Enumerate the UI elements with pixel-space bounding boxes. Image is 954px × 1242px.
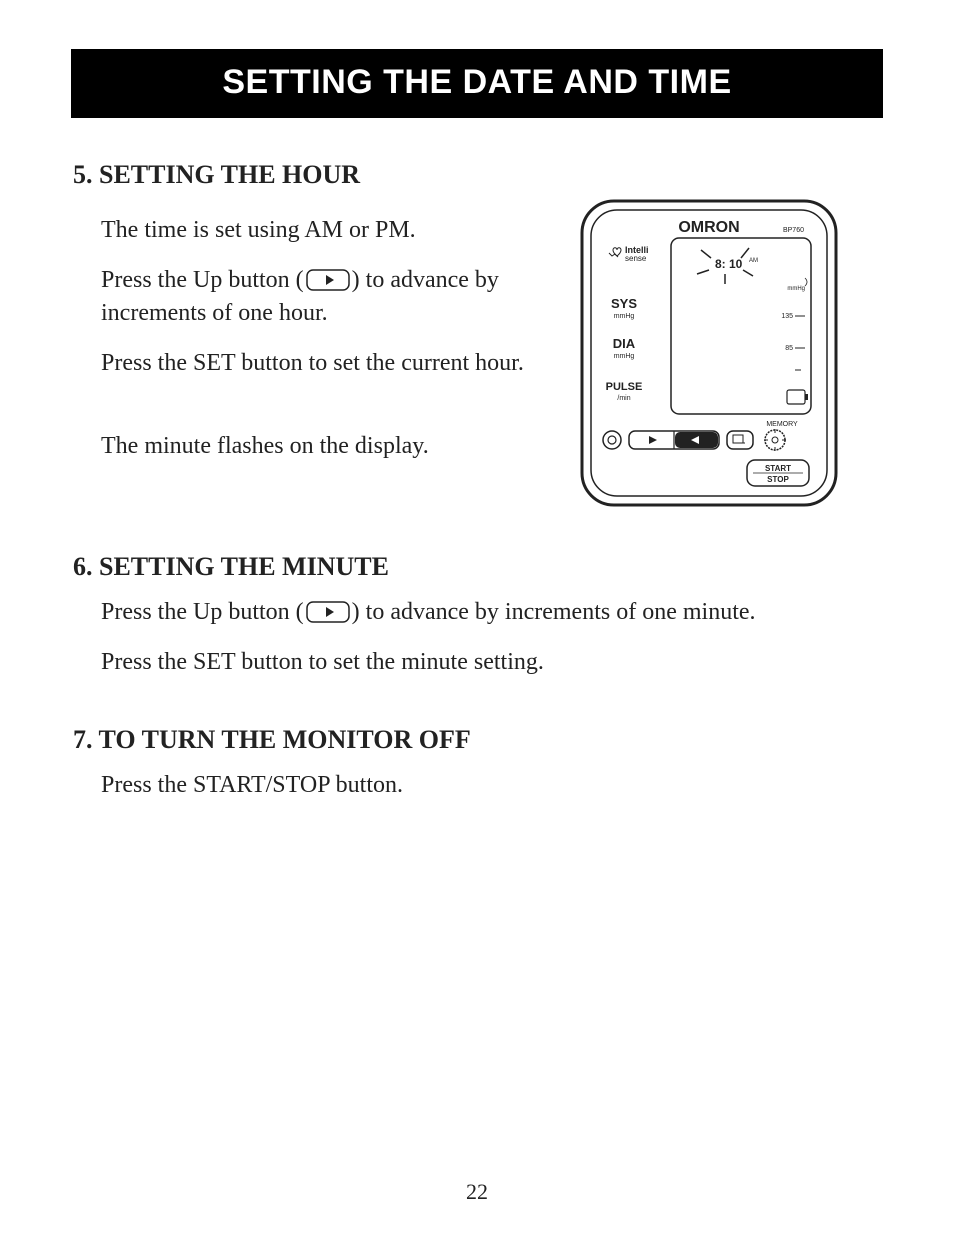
svg-text:mmHg: mmHg (614, 313, 635, 320)
svg-text:/min: /min (617, 395, 630, 402)
svg-text:SYS: SYS (611, 296, 637, 311)
up-button-icon (304, 269, 352, 291)
section-6-body: Press the Up button ( ) to advance by inc… (101, 596, 883, 679)
section-6-p1a: Press the Up button ( (101, 599, 304, 625)
svg-text:MEMORY: MEMORY (766, 421, 798, 428)
device-illustration: OMRON BP760 Intelli sense (579, 198, 839, 508)
section-5-p1: The time is set using AM or PM. (101, 214, 561, 246)
section-6-heading: 6. SETTING THE MINUTE (73, 552, 883, 582)
page-title: SETTING THE DATE AND TIME (222, 63, 731, 101)
device-time: 8: 10 (715, 257, 743, 271)
page-title-bar: SETTING THE DATE AND TIME (71, 49, 883, 118)
device-ampm: AM (749, 258, 758, 264)
section-5-p2: Press the Up button () to advance by inc… (101, 264, 561, 329)
device-model: BP760 (783, 227, 804, 234)
up-button-icon (304, 601, 352, 623)
svg-text:mmHg: mmHg (614, 353, 635, 360)
svg-text:STOP: STOP (767, 475, 789, 484)
section-7-heading: 7. TO TURN THE MONITOR OFF (73, 725, 883, 755)
svg-text:135: 135 (781, 313, 793, 320)
section-5-body: The time is set using AM or PM. Press th… (71, 204, 883, 508)
section-5-p4: The minute flashes on the display. (101, 430, 561, 462)
section-6-p2: Press the SET button to set the minute s… (101, 646, 883, 678)
device-brand: OMRON (678, 219, 739, 236)
section-6-p1: Press the Up button ( ) to advance by inc… (101, 596, 883, 628)
section-5-p2a: Press the Up button ( (101, 267, 304, 293)
svg-text:PULSE: PULSE (606, 381, 643, 393)
svg-text:DIA: DIA (613, 336, 636, 351)
svg-text:85: 85 (785, 345, 793, 352)
svg-text:sense: sense (625, 254, 647, 263)
svg-text:mmHg: mmHg (787, 286, 805, 292)
section-5-heading: 5. SETTING THE HOUR (73, 160, 883, 190)
section-6-p1b: ) to advance by increments of one minute… (352, 599, 756, 625)
manual-page: SETTING THE DATE AND TIME 5. SETTING THE… (0, 0, 954, 1242)
section-7-body: Press the START/STOP button. (101, 769, 883, 801)
section-5-p3: Press the SET button to set the current … (101, 347, 561, 379)
section-5-text-column: The time is set using AM or PM. Press th… (101, 204, 561, 480)
svg-text:START: START (765, 464, 791, 473)
section-7-p1: Press the START/STOP button. (101, 769, 883, 801)
page-number: 22 (1, 1179, 953, 1205)
